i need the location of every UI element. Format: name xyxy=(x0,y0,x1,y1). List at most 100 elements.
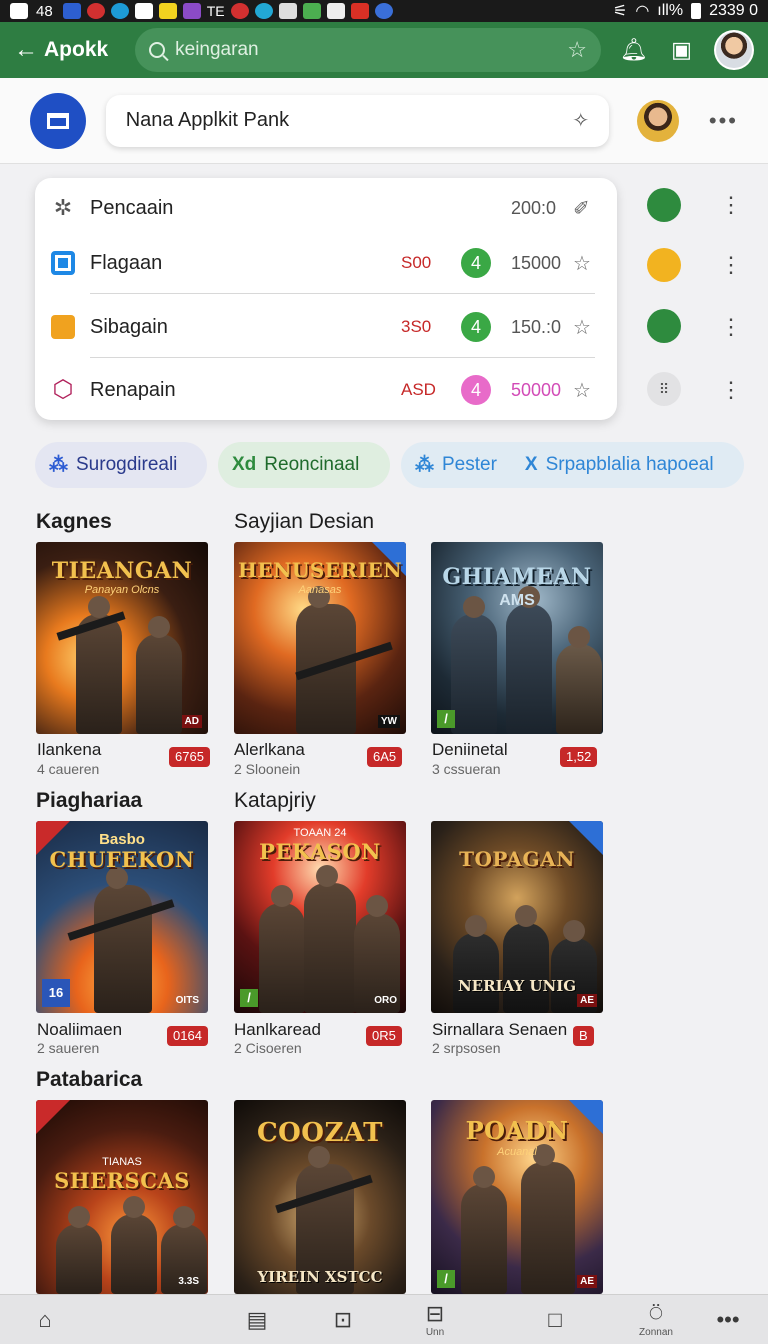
notification-bell-icon[interactable]: 🔔︎ xyxy=(619,35,649,65)
star-outline-icon[interactable]: ☆ xyxy=(573,378,591,403)
row-menu-icon[interactable]: ⋮ xyxy=(720,194,742,216)
signal-icon: ⚟ xyxy=(612,3,628,20)
nav-timer[interactable]: ⍥ Zonnan xyxy=(634,1295,678,1344)
list-item[interactable]: ✲ Pencaain 200:0 ✐ xyxy=(35,178,617,238)
game-meta: 2 saueren xyxy=(37,1040,100,1056)
game-cover[interactable]: TIANAS SHERSCAS 3.3S xyxy=(36,1100,208,1294)
game-art-subtitle: Aanasas xyxy=(298,584,342,596)
app-icon xyxy=(182,3,201,19)
game-cover[interactable]: POADN Acuanal / AE xyxy=(431,1100,603,1294)
game-title[interactable]: Hanlkaread xyxy=(234,1020,321,1040)
list-item[interactable]: Sibagain 3S0 4 150.:0 ☆ xyxy=(35,297,617,357)
filter-chip[interactable]: Xd Reoncinaal xyxy=(218,442,390,488)
notification-icon xyxy=(10,3,28,19)
clock: 2339 0 xyxy=(709,2,758,19)
rating-badge: AE xyxy=(577,994,597,1007)
price-badge: 0R5 xyxy=(366,1026,402,1046)
game-meta: 4 caueren xyxy=(37,761,100,777)
row-menu-icon[interactable]: ⋮ xyxy=(720,316,742,338)
app-icon xyxy=(230,3,249,19)
app-header: Nana Applkit Pank ✧ ••• xyxy=(0,78,768,164)
game-title[interactable]: Sirnallara Senaen xyxy=(432,1020,567,1040)
app-icon xyxy=(158,3,177,19)
game-cover[interactable]: COOZAT YIREIN XSTCC xyxy=(234,1100,406,1294)
rating-badge: AD xyxy=(181,715,202,728)
list-item-amount: 150.:0 xyxy=(511,316,562,337)
nav-more[interactable]: ••• xyxy=(710,1295,746,1344)
game-title[interactable]: Noaliimaen xyxy=(37,1020,122,1040)
list-item[interactable]: Flagaan S00 4 15000 ☆ xyxy=(35,233,617,293)
square-blue-icon xyxy=(51,251,75,275)
app-icon xyxy=(134,3,153,19)
search-placeholder: keingaran xyxy=(175,39,259,60)
bookmark-icon[interactable]: ▣ xyxy=(667,35,697,65)
star-outline-icon[interactable]: ☆ xyxy=(573,251,591,276)
nav-bag[interactable]: ⊡ xyxy=(328,1295,358,1344)
game-cover[interactable]: TOPAGAN NERIAY UNIG AE xyxy=(431,821,603,1013)
list-item-badge: 4 xyxy=(461,375,491,405)
filter-chip[interactable]: ⁂ Surogdireali xyxy=(35,442,207,488)
game-cover[interactable]: TIEANGAN Panayan Olcns AD xyxy=(36,542,208,734)
game-art-subtitle: TIANAS xyxy=(102,1156,142,1168)
divider xyxy=(90,357,595,358)
app-title: Apokk xyxy=(44,38,109,61)
briefcase-icon: ⊟ xyxy=(425,1300,445,1326)
more-options-icon[interactable]: ••• xyxy=(709,108,738,134)
nav-square[interactable]: □ xyxy=(540,1295,570,1344)
game-cover[interactable]: GHIAMEAN AMS / xyxy=(431,542,603,734)
gear-icon: ✲ xyxy=(53,195,73,220)
star-outline-icon[interactable]: ☆ xyxy=(573,315,591,340)
rating-badge: OITS xyxy=(175,995,199,1006)
wifi-icon: ◠ xyxy=(635,3,650,20)
app-bar: ← Apokk keingaran ☆ 🔔︎ ▣ xyxy=(0,22,768,78)
game-art-title: SHERSCAS xyxy=(54,1168,190,1193)
nav-home[interactable]: ⌂ xyxy=(30,1295,60,1344)
name-field[interactable]: Nana Applkit Pank ✧ xyxy=(105,94,610,147)
list-item-label: Sibagain xyxy=(90,315,168,338)
rating-badge: AE xyxy=(577,1275,597,1288)
game-cover[interactable]: TOAAN 24 PEKASON / ORO xyxy=(234,821,406,1013)
game-cover[interactable]: HENUSERIEN Aanasas YW xyxy=(234,542,406,734)
hexagon-icon: ⬡ xyxy=(52,376,74,403)
corner-ribbon xyxy=(36,1100,70,1134)
user-avatar[interactable] xyxy=(714,30,755,70)
close-icon[interactable]: X xyxy=(525,454,538,476)
game-meta: 2 srpsosen xyxy=(432,1040,501,1056)
game-art-title: HENUSERIEN xyxy=(237,558,403,582)
status-tag: TE xyxy=(206,3,225,19)
nav-briefcase[interactable]: ⊟ Unn xyxy=(418,1295,452,1344)
bottom-navigation: ⌂ ▤ ⊡ ⊟ Unn □ ⍥ Zonnan ••• xyxy=(0,1294,768,1344)
profile-avatar[interactable] xyxy=(637,99,679,142)
square-icon: □ xyxy=(548,1307,562,1332)
pin-icon[interactable]: ✐ xyxy=(573,196,590,221)
app-logo[interactable] xyxy=(30,92,86,149)
game-title[interactable]: Alerlkana xyxy=(234,740,305,760)
chip-label: Surogdireali xyxy=(76,454,178,475)
chip-label: Srpapblalia hapoeal xyxy=(545,454,714,475)
list-item-price: 3S0 xyxy=(401,317,432,336)
home-icon: ⌂ xyxy=(38,1307,52,1332)
price-badge: 6A5 xyxy=(367,747,403,767)
game-art-subtitle: Acuanal xyxy=(497,1146,537,1158)
list-item-label: Flagaan xyxy=(90,251,163,274)
pin-icon[interactable]: ✧ xyxy=(572,108,589,133)
row-menu-icon[interactable]: ⋮ xyxy=(720,379,742,401)
filter-chip[interactable]: ⁂ Pester X Srpapblalia hapoeal xyxy=(401,442,744,488)
back-arrow-icon[interactable]: ← xyxy=(14,36,38,64)
game-art-subtitle: NERIAY UNIG xyxy=(457,977,577,995)
chip-x-icon: Xd xyxy=(232,454,257,475)
more-apps-icon[interactable]: ⠿ xyxy=(647,372,681,406)
game-title[interactable]: Deniinetal xyxy=(432,740,508,760)
game-title[interactable]: Ilankena xyxy=(37,740,101,760)
row-menu-icon[interactable]: ⋮ xyxy=(720,254,742,276)
nav-list[interactable]: ▤ xyxy=(242,1295,272,1344)
esrb-badge: / xyxy=(240,989,258,1007)
game-cover[interactable]: Basbo CHUFEKON 16 OITS xyxy=(36,821,208,1013)
divider xyxy=(90,293,595,294)
price-badge: 6765 xyxy=(169,747,210,767)
nav-label: Zonnan xyxy=(639,1326,673,1338)
star-icon[interactable]: ☆ xyxy=(567,37,587,63)
list-item-amount: 200:0 xyxy=(511,197,557,218)
list-item[interactable]: ⬡ Renapain ASD 4 50000 ☆ xyxy=(35,360,617,420)
search-input[interactable]: keingaran ☆ xyxy=(135,28,601,72)
